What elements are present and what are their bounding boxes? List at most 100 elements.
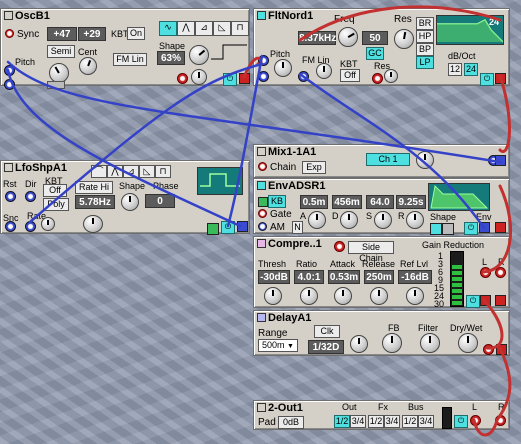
fx-3-4[interactable]: 3/4 [384,415,400,428]
r-knob[interactable] [406,211,424,229]
rate-knob[interactable] [83,215,103,233]
mode-bp[interactable]: BP [416,43,434,56]
ratio-display[interactable]: 4.0:1 [294,270,324,284]
saw-down-wave-icon[interactable]: ◺ [213,21,231,36]
comp-output-l[interactable] [480,295,491,306]
pitch-knob[interactable] [49,63,69,83]
gc-button[interactable]: GC [366,47,384,60]
env-mute-button[interactable]: ⏻ [464,222,478,235]
filter-audio-input[interactable] [258,55,269,66]
lfo-mute-button[interactable]: ⏻ [221,221,235,234]
d-knob[interactable] [340,211,358,229]
square-wave-icon[interactable]: ⊓ [231,21,249,36]
coarse-display[interactable]: +47 [47,27,77,41]
gate-input[interactable] [258,209,267,218]
freq-display[interactable]: 8.37kHz [298,31,336,45]
rate-mode-button[interactable]: Rate Hi [75,181,113,194]
filter-fm-input[interactable] [298,71,309,82]
thresh-display[interactable]: -30dB [258,270,290,284]
comp-input-r[interactable] [495,267,506,278]
thresh-knob[interactable] [264,287,282,305]
ref-knob[interactable] [406,287,424,305]
fb-knob[interactable] [382,333,402,353]
n-button[interactable]: N [292,221,303,234]
cable-filter-to-mix[interactable] [498,74,511,154]
exp-button[interactable]: Exp [302,161,326,174]
chain-input[interactable] [258,162,267,171]
dry-wet-knob[interactable] [458,333,478,353]
mode-hp[interactable]: HP [416,30,434,43]
filter-pitch-input[interactable] [258,71,269,82]
rate-mod-knob[interactable] [41,217,55,231]
kb-button[interactable]: KB [268,195,286,208]
lfo-saw-icon[interactable]: ⊿ [123,165,139,178]
lfo-sawdown-icon[interactable]: ◺ [139,165,155,178]
rst-input[interactable] [5,191,16,202]
pitch-mod-input-1[interactable] [4,65,15,76]
am-input[interactable] [258,222,267,231]
filter-mute-button[interactable]: ⏻ [480,73,494,86]
lfo-kbt-button[interactable]: Off [43,184,67,197]
shape-display[interactable]: 63% [157,51,185,65]
fm-knob[interactable] [316,63,332,79]
filter-res-input[interactable] [372,73,383,84]
dir-input[interactable] [25,191,36,202]
s-display[interactable]: 64.0 [366,195,394,209]
comp-input-l[interactable] [480,267,491,278]
shape-lin-button[interactable] [430,223,442,235]
release-knob[interactable] [370,287,388,305]
pad-button[interactable]: 0dB [278,416,304,429]
sync-input-jack[interactable] [5,29,14,38]
sine-wave-icon[interactable]: ∿ [159,21,177,36]
module-collapse-icon[interactable] [257,239,266,248]
rate-mod-input[interactable] [25,221,36,232]
release-display[interactable]: 250m [364,270,394,284]
side-chain-button[interactable]: Side Chain [348,241,394,263]
ref-display[interactable]: -16dB [398,270,432,284]
channel-button[interactable]: Ch 1 [366,153,410,166]
rate-display[interactable]: 5.78Hz [75,195,115,209]
osc-mute-button[interactable]: ⏻ [223,73,237,86]
semi-stepper[interactable] [47,81,65,89]
delay-input[interactable] [483,344,494,355]
mode-br[interactable]: BR [416,17,434,30]
module-collapse-icon[interactable] [257,313,266,322]
shape-knob[interactable] [189,45,209,65]
semi-button[interactable]: Semi [47,45,75,58]
delay-output[interactable] [496,344,507,355]
poly-button[interactable]: Poly [43,198,69,211]
ratio-knob[interactable] [300,287,318,305]
lfo-sine-icon[interactable]: ⌒ [91,165,107,178]
saw-wave-icon[interactable]: ⊿ [195,21,213,36]
out-mute-button[interactable]: ⏻ [454,415,468,428]
kbt-button[interactable]: On [127,27,145,40]
filter-pitch-knob[interactable] [274,59,292,77]
res-mod-knob[interactable] [384,69,398,83]
module-collapse-icon[interactable] [257,181,266,190]
r-display[interactable]: 9.25s [396,195,426,209]
attack-knob[interactable] [334,287,352,305]
comp-output-r[interactable] [495,295,506,306]
module-collapse-icon[interactable] [257,11,266,20]
delay-time-knob[interactable] [350,335,368,353]
env-output[interactable] [479,222,490,233]
lfo-tri-icon[interactable]: ⋀ [107,165,123,178]
shape-mod-input[interactable] [177,73,188,84]
shape-exp-button[interactable] [442,223,454,235]
a-knob[interactable] [308,211,326,229]
triangle-wave-icon[interactable]: ⋀ [177,21,195,36]
shape-mod-knob[interactable] [191,69,207,85]
cent-knob[interactable] [79,57,97,75]
fx-1-2[interactable]: 1/2 [368,415,384,428]
module-collapse-icon[interactable] [257,403,266,412]
out-input-r[interactable] [495,415,506,426]
s-knob[interactable] [374,211,392,229]
delay-time-display[interactable]: 1/32D [308,340,344,354]
fm-lin-button[interactable]: FM Lin [113,53,147,66]
module-collapse-icon[interactable] [4,163,13,172]
pitch-mod-input-2[interactable] [4,79,15,90]
lfo-level-button[interactable] [207,223,219,235]
mix-output[interactable] [495,155,506,166]
filter-output[interactable] [495,73,506,84]
env-audio-output[interactable] [495,222,506,233]
